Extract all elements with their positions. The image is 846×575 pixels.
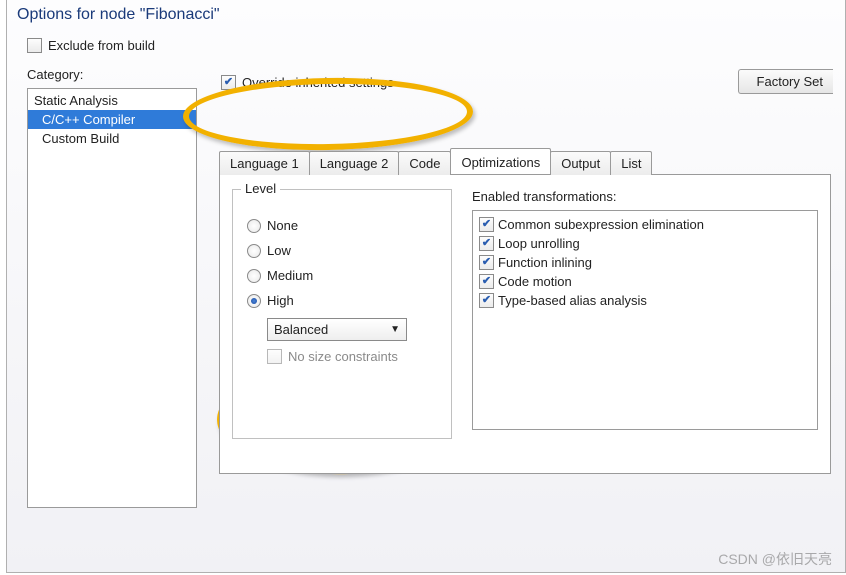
level-radio[interactable] [247, 219, 261, 233]
category-item[interactable]: Custom Build [28, 129, 196, 148]
exclude-checkbox[interactable] [27, 38, 42, 53]
level-radio-label: High [267, 293, 294, 308]
tab[interactable]: Optimizations [450, 148, 551, 174]
transform-checkbox[interactable] [479, 274, 494, 289]
level-group: Level NoneLowMediumHigh Balanced ▼ No si… [232, 189, 452, 439]
factory-settings-button[interactable]: Factory Set [738, 69, 833, 94]
transform-checkbox[interactable] [479, 236, 494, 251]
window-title: Options for node "Fibonacci" [7, 0, 845, 34]
transform-label: Loop unrolling [498, 236, 580, 251]
tab[interactable]: Language 2 [309, 151, 400, 175]
level-radio[interactable] [247, 294, 261, 308]
transform-label: Code motion [498, 274, 572, 289]
no-size-label: No size constraints [288, 349, 398, 364]
tabs-bar: Language 1Language 2CodeOptimizationsOut… [219, 148, 831, 174]
transforms-label: Enabled transformations: [472, 189, 818, 204]
tab[interactable]: Code [398, 151, 451, 175]
tab-panel-optimizations: Level None Low Medium High Balanced ▼ No si… [219, 174, 831, 474]
level-radio[interactable] [247, 244, 261, 258]
level-radio-label: Low [267, 243, 291, 258]
level-radio-label: None [267, 218, 298, 233]
level-combo[interactable]: Balanced ▼ [267, 318, 407, 341]
transform-checkbox[interactable] [479, 217, 494, 232]
transform-checkbox[interactable] [479, 255, 494, 270]
override-label: Override inherited settings [242, 75, 394, 90]
category-item[interactable]: Static Analysis [28, 91, 196, 110]
level-group-title: Level [241, 181, 280, 196]
no-size-checkbox [267, 349, 282, 364]
tab[interactable]: List [610, 151, 652, 175]
level-combo-value: Balanced [274, 322, 328, 337]
category-item[interactable]: C/C++ Compiler [28, 110, 196, 129]
watermark: CSDN @依旧天亮 [718, 549, 832, 569]
category-listbox[interactable]: Static AnalysisC/C++ CompilerCustom Buil… [27, 88, 197, 508]
level-radio[interactable] [247, 269, 261, 283]
transform-checkbox[interactable] [479, 293, 494, 308]
category-label: Category: [27, 67, 197, 82]
tab[interactable]: Output [550, 151, 611, 175]
tab[interactable]: Language 1 [219, 151, 310, 175]
chevron-down-icon: ▼ [390, 324, 400, 335]
transform-label: Common subexpression elimination [498, 217, 704, 232]
level-radio-label: Medium [267, 268, 313, 283]
transform-label: Type-based alias analysis [498, 293, 647, 308]
exclude-label: Exclude from build [48, 38, 155, 53]
transforms-listbox[interactable]: Common subexpression elimination Loop unr… [472, 210, 818, 430]
transform-label: Function inlining [498, 255, 592, 270]
override-checkbox[interactable] [221, 75, 236, 90]
